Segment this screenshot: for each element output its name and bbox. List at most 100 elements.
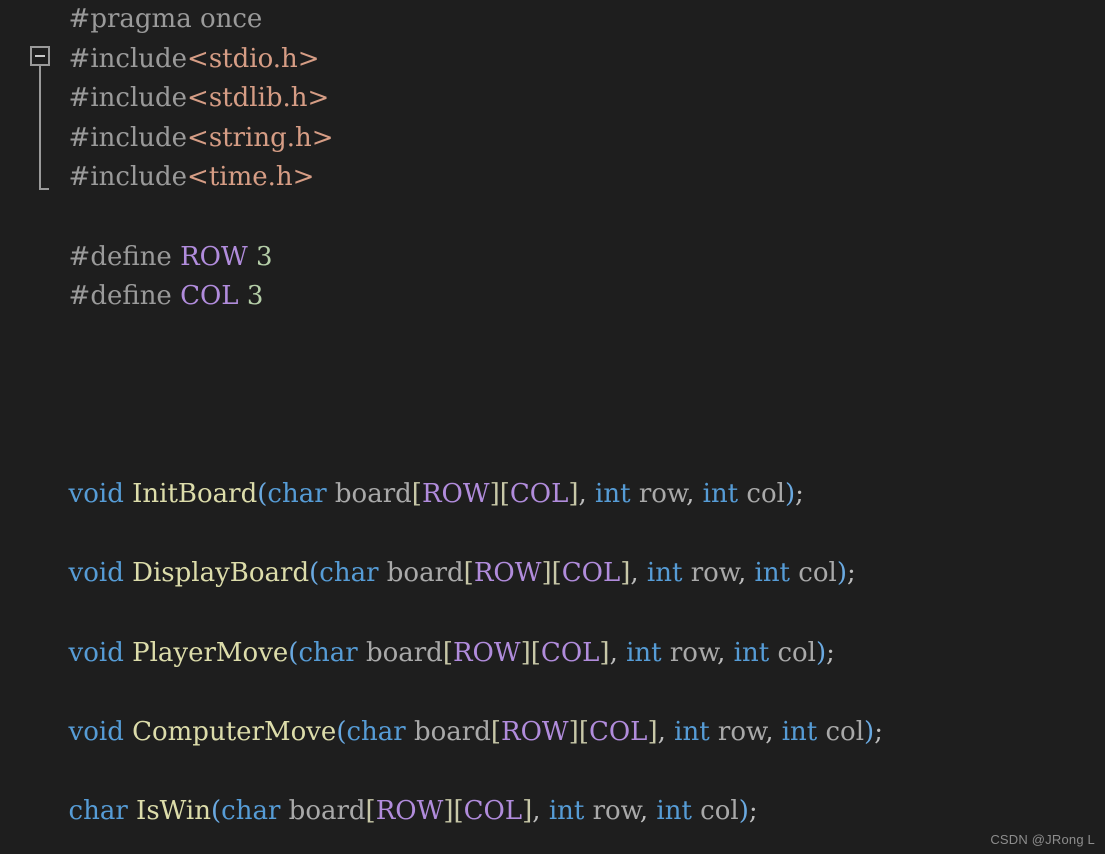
code-token-kw: int [781,716,818,747]
code-token-paren: ) [836,558,847,589]
code-token-punct: , [578,479,596,510]
code-token-kw: char [298,637,358,668]
fold-collapse-icon[interactable] [30,46,50,66]
code-token-plain: col [738,479,785,510]
code-token-macro: COL [180,281,239,312]
code-token-kw: char [267,479,327,510]
code-token-kw: void [68,479,124,510]
code-token-bracket: ] [520,637,531,668]
code-token-paren: ) [815,637,827,668]
code-token-kw: char [319,558,379,589]
code-token-punct: ; [826,637,835,668]
code-token-bracket: [ [365,795,376,826]
code-token-pre: #define [68,281,181,312]
code-token-macro: COL [588,716,648,747]
code-token-kw: int [702,479,739,510]
code-token-bracket: ] [443,795,454,826]
code-token-macro: COL [463,795,523,826]
code-token-pre: #pragma once [68,4,263,34]
code-token-punct: , [686,479,703,510]
code-line: #include<string.h> [52,119,1105,159]
code-token-punct: ; [795,479,804,510]
code-line: #include<time.h> [52,158,1105,198]
code-token-punct: , [717,637,734,668]
code-token-kw: int [595,479,631,510]
code-line: #include<stdlib.h> [52,79,1105,119]
code-token-paren: ( [336,716,347,747]
code-token-kw: int [626,637,662,668]
code-token-plain: col [790,558,837,589]
code-token-kw: int [548,795,585,826]
code-text-area[interactable]: #pragma once #include<stdio.h> #include<… [52,0,1105,831]
code-token-fn: IsWin [136,795,211,826]
code-token-pre: #include [68,83,188,114]
code-token-bracket: ] [620,558,631,589]
code-token-num: 3 [246,281,264,312]
code-token-macro: COL [561,558,621,589]
code-token-plain: row [682,558,738,589]
code-token-bracket: ] [541,558,552,589]
code-token-macro: ROW [452,637,521,668]
fold-region-end-marker [39,188,49,190]
code-editor: #pragma once #include<stdio.h> #include<… [0,0,1105,854]
code-line: void ComputerMove(char board[ROW][COL], … [52,713,1105,753]
code-token-pre: #include [68,162,188,193]
code-line: void InitBoard(char board[ROW][COL], int… [52,475,1105,515]
code-token-bracket: [ [578,716,589,747]
code-token-macro: COL [509,479,569,510]
code-token-kw: int [656,795,692,826]
code-token-plain: board [357,637,443,668]
code-token-kw: int [754,558,791,589]
code-line: void DisplayBoard(char board[ROW][COL], … [52,554,1105,594]
code-token-punct: , [609,637,627,668]
code-token-macro: ROW [473,558,542,589]
code-token-plain: board [280,795,366,826]
code-token-plain: col [817,716,865,747]
code-token-kw: int [674,716,710,747]
code-token-paren: ( [309,558,320,589]
code-token-bracket: ] [522,795,533,826]
code-token-fn: ComputerMove [132,716,337,747]
code-token-bracket: [ [442,637,453,668]
code-token-kw: int [733,637,770,668]
code-token-plain: board [378,558,464,589]
watermark-label: CSDN @JRong L [990,832,1095,847]
code-token-kw: void [68,558,124,589]
code-token-bracket: ] [568,479,579,510]
code-token-string: <stdlib.h> [187,83,330,114]
code-token-kw: void [68,637,124,668]
code-token-bracket: [ [530,637,541,668]
code-token-punct: , [657,716,675,747]
code-token-fn: InitBoard [132,479,258,510]
code-token-fn: DisplayBoard [132,558,310,589]
code-token-punct: , [630,558,647,589]
code-token-punct: , [737,558,755,589]
code-token-macro: ROW [501,716,569,747]
code-token-punct: ; [748,795,758,826]
code-line: #define ROW 3 [52,238,1105,278]
code-token-plain: row [661,637,718,668]
code-token-plain: row [630,479,687,510]
code-line: #define COL 3 [52,277,1105,317]
code-token-bracket: ] [599,637,610,668]
code-token-kw: int [646,558,683,589]
code-token-bracket: ] [647,716,658,747]
code-token-paren: ) [784,479,796,510]
code-token-bracket: [ [453,795,464,826]
